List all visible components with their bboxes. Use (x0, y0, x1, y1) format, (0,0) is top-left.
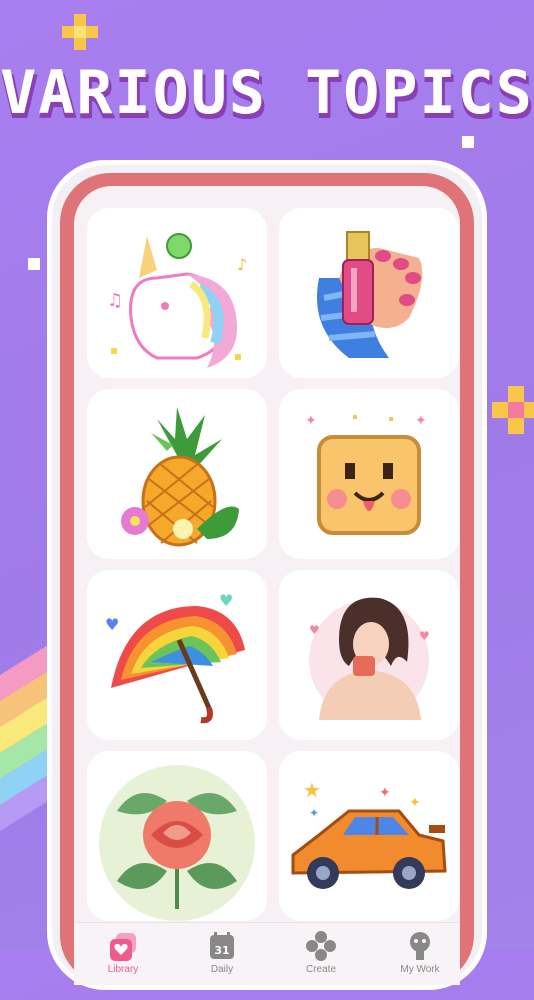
pineapple-artwork (121, 407, 239, 547)
app-screen: ♫ ♪ ✦ ✦ ♥ ♥ ♥ ♥ ★ ✦ ✦ ✦ Library 31 Daily… (74, 186, 460, 985)
calendar-day: 31 (214, 944, 229, 957)
artwork-tile-nail-polish[interactable] (279, 208, 459, 378)
artwork-tile-rose[interactable] (87, 751, 267, 921)
svg-text:♫: ♫ (107, 290, 123, 311)
phone-frame: ♫ ♪ ✦ ✦ ♥ ♥ ♥ ♥ ★ ✦ ✦ ✦ Library 31 Daily… (60, 173, 474, 985)
tab-create[interactable]: Create (281, 931, 361, 975)
profile-icon (410, 932, 430, 960)
girl-coffee-artwork: ♥ ♥ (309, 597, 430, 720)
svg-text:♪: ♪ (237, 255, 247, 274)
tab-library-label: Library (107, 964, 139, 975)
bottom-tab-bar: Library 31 Daily Create My Work (74, 922, 460, 985)
tab-my-work-label: My Work (400, 964, 440, 975)
sparkle-plus-icon (492, 386, 534, 434)
artwork-tile-unicorn[interactable]: ♫ ♪ (87, 208, 267, 378)
pixel-dot (462, 136, 474, 148)
rainbow-umbrella-artwork: ♥ ♥ (105, 591, 245, 724)
svg-text:♥: ♥ (105, 615, 119, 634)
artwork-tile-umbrella[interactable]: ♥ ♥ (87, 570, 267, 740)
nail-polish-artwork (317, 231, 423, 358)
sparkle-plus-icon (62, 14, 98, 50)
tab-daily-label: Daily (210, 964, 234, 975)
svg-text:♥: ♥ (419, 629, 430, 643)
svg-text:✦: ✦ (379, 785, 391, 801)
library-icon (110, 933, 136, 961)
svg-text:✦: ✦ (409, 795, 421, 811)
svg-text:♥: ♥ (219, 591, 233, 610)
pixel-dot (28, 258, 40, 270)
page-title: VARIOUS TOPICS (0, 58, 534, 128)
create-icon (306, 931, 336, 961)
sports-car-artwork: ★ ✦ ✦ ✦ (291, 778, 447, 889)
phone-mockup: ♫ ♪ ✦ ✦ ♥ ♥ ♥ ♥ ★ ✦ ✦ ✦ Library 31 Daily… (47, 160, 487, 990)
svg-text:★: ★ (303, 778, 321, 802)
unicorn-artwork: ♫ ♪ (107, 233, 247, 368)
svg-text:✦: ✦ (305, 413, 317, 429)
svg-text:✦: ✦ (309, 806, 319, 820)
artwork-tile-pineapple[interactable] (87, 389, 267, 559)
calendar-icon: 31 (210, 932, 234, 959)
smiley-cookie-artwork: ✦ ✦ (305, 413, 427, 535)
svg-text:✦: ✦ (415, 413, 427, 429)
tab-create-label: Create (305, 964, 336, 975)
artwork-tile-smiley[interactable]: ✦ ✦ (279, 389, 459, 559)
tab-my-work[interactable]: My Work (380, 931, 460, 975)
tab-library[interactable]: Library (83, 931, 163, 975)
rose-artwork (99, 765, 255, 921)
tab-daily[interactable]: 31 Daily (182, 931, 262, 975)
svg-text:♥: ♥ (309, 623, 320, 637)
artwork-tile-girl[interactable]: ♥ ♥ (279, 570, 459, 740)
artwork-tile-car[interactable]: ★ ✦ ✦ ✦ (279, 751, 459, 921)
